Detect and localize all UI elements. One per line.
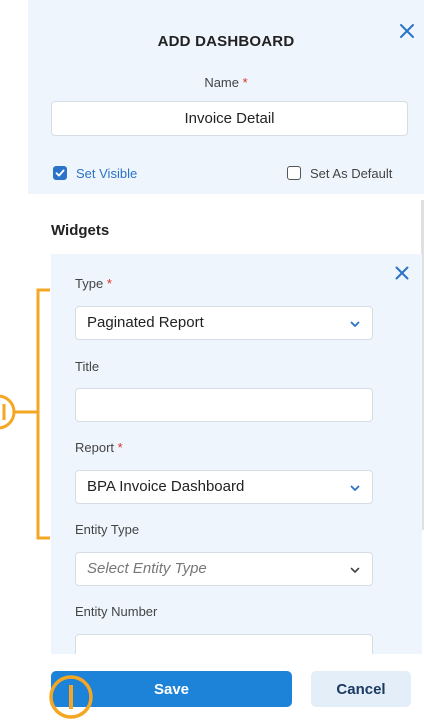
- required-mark: *: [106, 276, 112, 291]
- report-label-text: Report: [75, 440, 115, 455]
- widget-card: Type * Paginated Report Title Report * B…: [51, 254, 422, 654]
- entity-type-placeholder: Select Entity Type: [87, 560, 207, 577]
- type-select-value: Paginated Report: [87, 314, 204, 331]
- dialog-header: ADD DASHBOARD Name * Invoice Detail Set …: [28, 0, 424, 194]
- chevron-down-icon: [350, 567, 360, 573]
- title-label: Title: [75, 359, 100, 374]
- set-visible-checkbox[interactable]: Set Visible: [53, 164, 137, 182]
- type-label-text: Type: [75, 276, 104, 291]
- name-label: Name *: [28, 75, 424, 90]
- type-select[interactable]: Paginated Report: [75, 306, 373, 340]
- close-icon: [400, 24, 414, 38]
- required-mark: *: [242, 75, 248, 90]
- cancel-button[interactable]: Cancel: [311, 671, 411, 707]
- remove-widget-button[interactable]: [394, 265, 414, 285]
- entity-number-input[interactable]: [75, 634, 373, 654]
- widgets-title: Widgets: [51, 222, 110, 239]
- check-icon[interactable]: [53, 166, 67, 180]
- entity-type-label: Entity Type: [75, 522, 140, 537]
- report-select-value: BPA Invoice Dashboard: [87, 478, 245, 495]
- add-dashboard-panel: ADD DASHBOARD Name * Invoice Detail Set …: [28, 0, 424, 722]
- required-mark: *: [117, 440, 123, 455]
- set-visible-label: Set Visible: [76, 165, 138, 181]
- report-select[interactable]: BPA Invoice Dashboard: [75, 470, 373, 504]
- name-input[interactable]: Invoice Detail: [51, 101, 408, 136]
- checkbox-icon[interactable]: [287, 166, 301, 180]
- chevron-down-icon: [350, 485, 360, 491]
- dialog-footer: Save Cancel: [28, 654, 424, 722]
- set-as-default-label: Set As Default: [310, 165, 393, 181]
- close-icon: [395, 266, 409, 280]
- type-label: Type *: [75, 276, 112, 291]
- title-input[interactable]: [75, 388, 373, 422]
- report-label: Report *: [75, 440, 123, 455]
- name-label-text: Name: [204, 75, 239, 90]
- save-button[interactable]: Save: [51, 671, 292, 707]
- dialog-title: ADD DASHBOARD: [157, 33, 295, 50]
- chevron-down-icon: [350, 321, 360, 327]
- entity-number-label: Entity Number: [75, 604, 158, 619]
- close-dialog-button[interactable]: [398, 22, 418, 42]
- set-as-default-checkbox[interactable]: Set As Default: [287, 164, 392, 182]
- entity-type-select[interactable]: Select Entity Type: [75, 552, 373, 586]
- annotation-marker-1: [0, 394, 16, 430]
